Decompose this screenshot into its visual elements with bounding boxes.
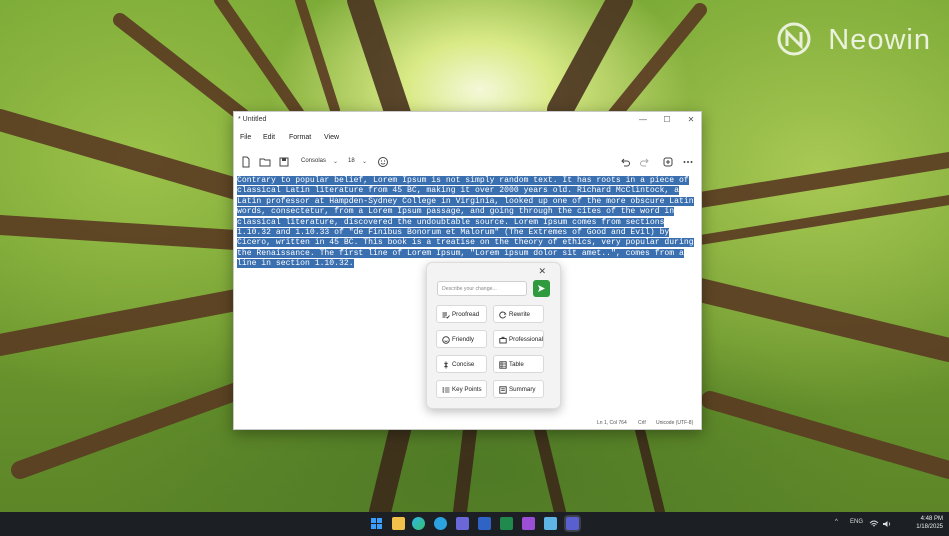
key-points-button[interactable]: Key Points xyxy=(436,380,487,398)
rewrite-button[interactable]: Rewrite xyxy=(493,305,544,323)
professional-button[interactable]: Professional xyxy=(493,330,544,348)
close-popup-button[interactable]: ✕ xyxy=(538,266,546,277)
open-folder-icon[interactable] xyxy=(259,156,271,168)
onenote-icon[interactable] xyxy=(522,517,535,530)
cursor-position: Ln 1, Col 764 xyxy=(597,420,627,426)
editor-line: classical literature, discovered the und… xyxy=(237,217,665,227)
tray-chevron-icon[interactable]: ^ xyxy=(835,519,838,525)
editor-line: the Renaissance. The first line of Lorem… xyxy=(237,248,684,258)
table-icon xyxy=(499,361,507,369)
briefcase-icon xyxy=(499,336,507,344)
photos-icon[interactable] xyxy=(544,517,557,530)
describe-change-input[interactable]: Describe your change... xyxy=(437,281,527,296)
new-file-icon[interactable] xyxy=(240,156,252,168)
minimize-button[interactable]: — xyxy=(636,115,650,125)
editor-line: Latin professor at Hampden-Sydney Colleg… xyxy=(237,196,694,206)
chevron-down-icon[interactable]: ⌄ xyxy=(333,158,338,165)
menu-file[interactable]: File xyxy=(240,134,251,141)
send-button[interactable] xyxy=(533,280,550,297)
title-bar[interactable]: * Untitled — ☐ ✕ xyxy=(234,112,701,130)
proofread-icon xyxy=(442,312,450,319)
bullet-list-icon xyxy=(442,387,450,393)
editor-line: classical Latin literature from 45 BC, m… xyxy=(237,186,679,196)
volume-icon[interactable] xyxy=(882,519,892,529)
menu-format[interactable]: Format xyxy=(289,134,311,141)
rewrite-popup: ✕ Describe your change... Proofread Rewr… xyxy=(426,262,561,409)
copilot-rewrite-icon[interactable] xyxy=(662,156,674,168)
status-bar: Ln 1, Col 764 Crlf Unicode (UTF-8) xyxy=(234,418,701,429)
text-editor[interactable]: Contrary to popular belief, Lorem Ipsum … xyxy=(237,176,699,270)
table-button[interactable]: Table xyxy=(493,355,544,373)
line-ending: Crlf xyxy=(638,420,646,426)
smiley-icon xyxy=(442,336,450,344)
font-family-select[interactable]: Consolas xyxy=(301,158,326,164)
edge-browser-icon[interactable] xyxy=(412,517,425,530)
start-windows-icon[interactable] xyxy=(370,517,383,530)
menu-view[interactable]: View xyxy=(324,134,339,141)
menu-edit[interactable]: Edit xyxy=(263,134,275,141)
editor-line: words, consectetur, from a Lorem Ipsum p… xyxy=(237,207,675,217)
close-button[interactable]: ✕ xyxy=(684,115,698,125)
font-size-select[interactable]: 18 xyxy=(348,158,355,164)
wifi-icon[interactable] xyxy=(869,519,879,529)
word-icon[interactable] xyxy=(478,517,491,530)
compress-icon xyxy=(444,361,448,369)
notepad-taskbar-icon[interactable] xyxy=(566,517,579,530)
window-title: * Untitled xyxy=(238,116,267,123)
clock-time: 4:48 PM xyxy=(920,516,943,522)
file-explorer-icon[interactable] xyxy=(392,517,405,530)
taskbar: ^ ENG 4:48 PM 1/18/2025 xyxy=(0,512,949,536)
neowin-watermark: Neowin xyxy=(828,24,931,56)
send-icon xyxy=(538,285,545,292)
friendly-button[interactable]: Friendly xyxy=(436,330,487,348)
summary-button[interactable]: Summary xyxy=(493,380,544,398)
concise-button[interactable]: Concise xyxy=(436,355,487,373)
proofread-button[interactable]: Proofread xyxy=(436,305,487,323)
toolbar: Consolas ⌄ 18 ⌄ xyxy=(234,154,701,172)
undo-icon[interactable] xyxy=(619,156,631,168)
maximize-button[interactable]: ☐ xyxy=(660,115,674,125)
summary-icon xyxy=(499,386,507,394)
system-clock[interactable]: 4:48 PM 1/18/2025 xyxy=(903,515,943,531)
more-options-icon[interactable] xyxy=(682,156,694,168)
editor-line: 1.10.32 and 1.10.33 of "de Finibus Bonor… xyxy=(237,228,670,238)
telegram-icon[interactable] xyxy=(434,517,447,530)
teams-icon[interactable] xyxy=(456,517,469,530)
save-icon[interactable] xyxy=(278,156,290,168)
excel-icon[interactable] xyxy=(500,517,513,530)
chevron-down-icon[interactable]: ⌄ xyxy=(362,158,367,165)
neowin-logo-icon xyxy=(777,22,811,56)
language-indicator[interactable]: ENG xyxy=(850,519,863,525)
redo-icon[interactable] xyxy=(639,156,651,168)
rewrite-icon xyxy=(499,311,507,319)
editor-line: Cicero, written in 45 BC. This book is a… xyxy=(237,238,694,248)
encoding: Unicode (UTF-8) xyxy=(656,420,694,426)
emoji-icon[interactable] xyxy=(377,156,389,168)
editor-line: Contrary to popular belief, Lorem Ipsum … xyxy=(237,176,689,185)
clock-date: 1/18/2025 xyxy=(916,524,943,530)
